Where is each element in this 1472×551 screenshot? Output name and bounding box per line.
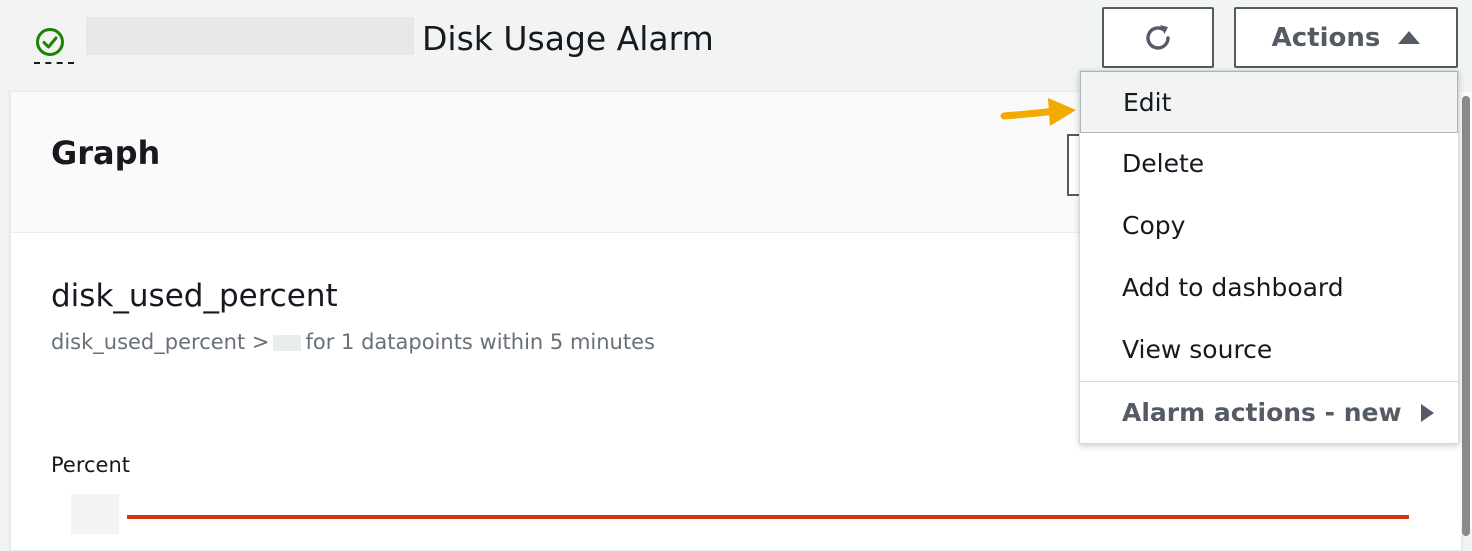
refresh-icon xyxy=(1146,24,1170,50)
actions-button[interactable]: Actions xyxy=(1234,7,1458,68)
menu-item-edit[interactable]: Edit xyxy=(1080,71,1458,133)
menu-item-alarm-actions[interactable]: Alarm actions - new xyxy=(1080,382,1458,444)
metric-description-prefix: disk_used_percent > xyxy=(51,330,270,354)
scrollbar-thumb[interactable] xyxy=(1462,96,1470,536)
metric-title: disk_used_percent xyxy=(51,278,338,314)
page-header: Disk Usage Alarm Actions xyxy=(0,0,1472,80)
alarm-title: Disk Usage Alarm xyxy=(422,19,714,58)
metric-description-suffix: for 1 datapoints within 5 minutes xyxy=(305,330,655,354)
scrollbar[interactable] xyxy=(1460,92,1472,536)
metric-description: disk_used_percent > for 1 datapoints with… xyxy=(51,327,655,357)
caret-up-icon xyxy=(1398,31,1421,44)
caret-right-icon xyxy=(1421,404,1434,422)
redacted-y-tick xyxy=(71,494,119,534)
menu-item-view-source[interactable]: View source xyxy=(1080,319,1458,381)
refresh-button[interactable] xyxy=(1102,7,1214,68)
menu-item-add-to-dashboard[interactable]: Add to dashboard xyxy=(1080,257,1458,319)
menu-item-delete[interactable]: Delete xyxy=(1080,133,1458,195)
status-underline xyxy=(34,62,74,64)
y-axis-label: Percent xyxy=(51,453,131,477)
panel-title: Graph xyxy=(51,134,161,172)
pointer-arrow-icon xyxy=(1000,98,1076,126)
redacted-alarm-name xyxy=(86,17,414,55)
check-circle-icon xyxy=(36,28,64,56)
threshold-line xyxy=(127,515,1409,519)
menu-item-copy[interactable]: Copy xyxy=(1080,195,1458,257)
actions-button-label: Actions xyxy=(1271,22,1381,53)
actions-dropdown-menu: Edit Delete Copy Add to dashboard View s… xyxy=(1079,70,1459,444)
redacted-threshold xyxy=(273,335,302,351)
menu-item-alarm-actions-label: Alarm actions - new xyxy=(1122,398,1402,427)
